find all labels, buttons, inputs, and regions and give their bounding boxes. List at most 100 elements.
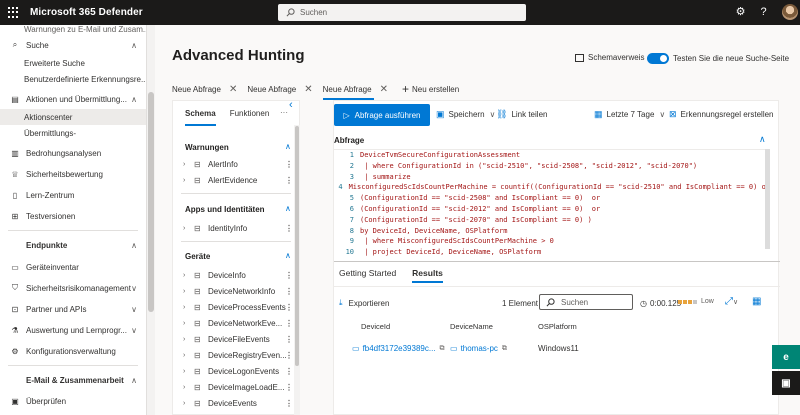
tab-results[interactable]: Results	[412, 265, 443, 283]
schema-table-row[interactable]: › ⊟ AlertInfo ⋮	[183, 157, 293, 171]
chevron-up-icon[interactable]: ∧	[285, 142, 291, 151]
kebab-icon[interactable]: ⋮	[285, 383, 293, 392]
nav-item-partners-apis[interactable]: ⊡ Partner und APIs ∨	[0, 301, 146, 317]
column-header-devicename[interactable]: DeviceName	[450, 322, 493, 331]
kebab-icon[interactable]: ⋮	[285, 319, 293, 328]
nav-item-learning-hub[interactable]: ▯ Lern-Zentrum	[0, 187, 146, 203]
schema-section-apps-identities[interactable]: Apps und Identitäten	[185, 205, 265, 214]
new-search-toggle[interactable]	[647, 53, 669, 64]
save-button[interactable]: ▣ Speichern ∨	[436, 109, 495, 120]
chevron-right-icon[interactable]: ›	[183, 288, 194, 295]
guide-button[interactable]: e	[772, 345, 800, 369]
tab-functions[interactable]: Funktionen	[230, 109, 270, 123]
chevron-down-icon[interactable]: ∨	[131, 326, 137, 335]
schema-table-row[interactable]: › ⊟ DeviceLogonEvents ⋮	[183, 364, 293, 378]
schema-table-row[interactable]: › ⊟ DeviceNetworkEve... ⋮	[183, 316, 293, 330]
nav-item-trials[interactable]: ⊞ Testversionen	[0, 208, 146, 224]
nav-item-search[interactable]: ⌕ Suche ∧	[0, 37, 146, 53]
share-link-button[interactable]: ⛓ Link teilen	[496, 109, 547, 120]
time-range-dropdown[interactable]: ▦ Letzte 7 Tage ∨	[594, 109, 665, 120]
schema-table-row[interactable]: › ⊟ DeviceNetworkInfo ⋮	[183, 284, 293, 298]
chevron-right-icon[interactable]: ›	[183, 384, 194, 391]
nav-item-review[interactable]: ▣ Überprüfen	[0, 393, 146, 409]
chevron-up-icon[interactable]: ∧	[759, 134, 766, 145]
kebab-icon[interactable]: ⋮	[285, 335, 293, 344]
chevron-right-icon[interactable]: ›	[183, 304, 194, 311]
chevron-up-icon[interactable]: ∧	[131, 95, 137, 104]
kebab-icon[interactable]: ⋮	[285, 160, 293, 169]
column-header-osplatform[interactable]: OSPlatform	[538, 322, 577, 331]
splitter[interactable]	[334, 261, 780, 262]
column-header-deviceid[interactable]: DeviceId	[361, 322, 390, 331]
results-search-input[interactable]: Suchen	[539, 294, 633, 310]
chevron-up-icon[interactable]: ∧	[285, 251, 291, 260]
kebab-icon[interactable]: ⋮	[285, 399, 293, 408]
avatar[interactable]	[782, 4, 798, 20]
schema-section-alerts[interactable]: Warnungen	[185, 143, 229, 152]
nav-item-submissions[interactable]: Übermittlungs-	[0, 125, 146, 141]
cell-devicename[interactable]: ▭ thomas-pc ⧉	[450, 344, 507, 353]
chevron-right-icon[interactable]: ›	[183, 272, 194, 279]
nav-section-email-collaboration[interactable]: E-Mail & Zusammenarbeit ∧	[0, 372, 146, 388]
chart-type-icon[interactable]: ⤢∨	[725, 296, 738, 307]
kebab-icon[interactable]: ⋮	[285, 287, 293, 296]
schema-section-devices[interactable]: Geräte	[185, 252, 210, 261]
chevron-down-icon[interactable]: ∨	[131, 305, 137, 314]
schema-table-row[interactable]: › ⊟ DeviceEvents ⋮	[183, 396, 293, 410]
collapse-panel-icon[interactable]: ‹	[289, 99, 293, 111]
export-button[interactable]: ⤓ Exportieren	[339, 298, 389, 308]
copy-icon[interactable]: ⧉	[502, 345, 507, 353]
chevron-up-icon[interactable]: ∧	[131, 41, 137, 50]
chevron-right-icon[interactable]: ›	[183, 400, 194, 407]
nav-item-secure-score[interactable]: ♕ Sicherheitsbewertung	[0, 166, 146, 182]
chevron-right-icon[interactable]: ›	[183, 225, 194, 232]
kebab-icon[interactable]: ⋮	[285, 303, 293, 312]
nav-item-email-alerts[interactable]: Warnungen zu E-Mail und Zusam...	[0, 25, 146, 37]
app-title[interactable]: Microsoft 365 Defender	[30, 7, 143, 18]
waffle-icon[interactable]	[8, 6, 20, 19]
schema-table-row[interactable]: › ⊟ DeviceProcessEvents ⋮	[183, 300, 293, 314]
more-icon[interactable]: ···	[280, 108, 288, 117]
nav-item-advanced-search[interactable]: Erweiterte Suche	[0, 55, 146, 71]
settings-icon[interactable]: ⚙	[734, 6, 747, 19]
columns-icon[interactable]: ▦	[752, 296, 761, 307]
tab-schema[interactable]: Schema	[185, 109, 216, 126]
nav-scrollbar-thumb[interactable]	[148, 92, 154, 312]
chevron-right-icon[interactable]: ›	[183, 368, 194, 375]
schema-view-button[interactable]: Schemaverweis	[575, 53, 644, 62]
nav-item-custom-detection[interactable]: Benutzerdefinierte Erkennungsre...	[0, 71, 146, 87]
chevron-right-icon[interactable]: ›	[183, 320, 194, 327]
tab-getting-started[interactable]: Getting Started	[339, 265, 396, 281]
code-scrollbar[interactable]	[765, 149, 770, 249]
chevron-right-icon[interactable]: ›	[183, 352, 194, 359]
nav-item-evaluation[interactable]: ⚗ Auswertung und Lernprogr... ∨	[0, 322, 146, 338]
kebab-icon[interactable]: ⋮	[285, 176, 293, 185]
schema-table-row[interactable]: › ⊟ DeviceRegistryEven... ⋮	[183, 348, 293, 362]
nav-item-threat-analytics[interactable]: ▥ Bedrohungsanalysen	[0, 145, 146, 161]
schema-table-row[interactable]: › ⊟ AlertEvidence ⋮	[183, 173, 293, 187]
nav-item-configuration-management[interactable]: ⚙ Konfigurationsverwaltung	[0, 343, 146, 359]
close-icon[interactable]: ✕	[380, 84, 388, 95]
kebab-icon[interactable]: ⋮	[285, 367, 293, 376]
schema-table-row[interactable]: › ⊟ DeviceInfo ⋮	[183, 268, 293, 282]
schema-table-row[interactable]: › ⊟ DeviceImageLoadE... ⋮	[183, 380, 293, 394]
close-icon[interactable]: ✕	[229, 84, 237, 95]
kebab-icon[interactable]: ⋮	[285, 224, 293, 233]
schema-table-row[interactable]: › ⊟ DeviceFileEvents ⋮	[183, 332, 293, 346]
tab-query-3[interactable]: Neue Abfrage ✕	[322, 79, 388, 100]
nav-section-endpoints[interactable]: Endpunkte ∧	[0, 237, 146, 253]
schema-scrollbar-thumb[interactable]	[295, 126, 299, 366]
run-query-button[interactable]: ▷ Abfrage ausführen	[334, 104, 430, 126]
close-icon[interactable]: ✕	[304, 84, 312, 95]
chevron-right-icon[interactable]: ›	[183, 177, 194, 184]
kebab-icon[interactable]: ⋮	[285, 351, 293, 360]
chevron-up-icon[interactable]: ∧	[131, 376, 137, 385]
copy-icon[interactable]: ⧉	[440, 345, 445, 353]
create-detection-rule-button[interactable]: ⊠ Erkennungsregel erstellen	[669, 109, 774, 120]
global-search-input[interactable]: Suchen	[278, 4, 526, 21]
feedback-button[interactable]: ▣	[772, 371, 800, 395]
chevron-down-icon[interactable]: ∨	[131, 284, 137, 293]
nav-item-action-center[interactable]: Aktionscenter	[0, 109, 146, 125]
new-query-button[interactable]: + Neu erstellen	[402, 82, 459, 96]
nav-item-actions[interactable]: ▤ Aktionen und Übermittlung... ∧	[0, 91, 146, 107]
